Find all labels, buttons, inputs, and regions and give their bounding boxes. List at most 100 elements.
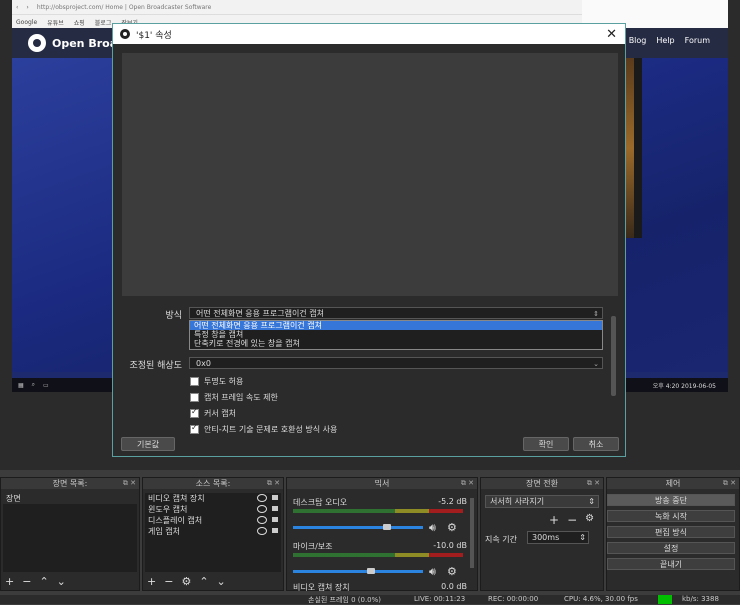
bookmark-item: 블로그 (94, 19, 112, 27)
lock-icon[interactable] (272, 517, 278, 522)
list-item[interactable]: 윈도우 캡처 (145, 504, 281, 515)
dock-title: 장면 전환 (526, 479, 558, 488)
dock-float-icon[interactable]: ⧉ ✕ (267, 478, 280, 489)
transition-select[interactable]: 서서히 사라지기 ⇕ (485, 495, 599, 508)
duration-value: 300ms (532, 533, 560, 542)
volume-meter (293, 509, 463, 513)
lock-icon[interactable] (272, 528, 278, 533)
spin-icon: ⇕ (593, 310, 599, 318)
sources-dock: 소스 목록: ⧉ ✕ 비디오 캡쳐 장치 윈도우 캡처 디스플레이 캡처 게임 … (142, 477, 284, 591)
spin-icon: ⇕ (579, 533, 586, 542)
forward-icon: › (26, 3, 29, 11)
dock-float-icon[interactable]: ⧉ ✕ (461, 478, 474, 489)
remove-icon[interactable]: − (22, 575, 31, 588)
list-item[interactable]: 게임 캡처 (145, 526, 281, 537)
stream-health-indicator (658, 595, 672, 604)
move-down-icon[interactable]: ⌄ (57, 575, 66, 588)
add-icon[interactable]: + (5, 575, 14, 588)
slider-knob[interactable] (382, 524, 391, 530)
close-icon[interactable]: ✕ (606, 28, 617, 41)
method-option[interactable]: 어떤 전체화면 응용 프로그램이건 캡쳐 (190, 321, 602, 330)
checkbox[interactable] (190, 393, 199, 402)
dock-float-icon[interactable]: ⧉ ✕ (123, 478, 136, 489)
duration-input[interactable]: 300ms ⇕ (527, 531, 589, 544)
taskbar-clock: 오후 4:20 2019-06-05 (652, 382, 716, 390)
defaults-button[interactable]: 기본값 (121, 437, 175, 451)
scenes-dock: 장면 목록: ⧉ ✕ 장면 + − ⌃ ⌄ (0, 477, 140, 591)
eye-icon[interactable] (257, 505, 267, 513)
remove-icon[interactable]: − (567, 513, 577, 527)
checkbox[interactable] (190, 407, 199, 418)
dock-title: 장면 목록: (52, 479, 88, 488)
list-item[interactable]: 디스플레이 캡처 (145, 515, 281, 526)
method-option[interactable]: 특정 창을 캡쳐 (190, 330, 602, 339)
gear-icon[interactable]: ⚙ (585, 513, 594, 527)
volume-slider[interactable] (293, 570, 423, 573)
spin-icon: ⇕ (588, 497, 595, 506)
check-label: 안티-치트 기술 문제로 호환성 방식 사용 (204, 425, 338, 434)
taskview-icon: ▭ (43, 381, 49, 389)
mixer-scrollbar[interactable] (470, 498, 474, 568)
method-option[interactable]: 단축키로 전경에 있는 창을 캡쳐 (190, 339, 602, 348)
lock-icon[interactable] (272, 495, 278, 500)
studio-mode-button[interactable]: 편집 방식 (607, 526, 735, 538)
check-label: 투명도 허용 (204, 377, 244, 386)
move-up-icon[interactable]: ⌃ (39, 575, 48, 588)
add-icon[interactable]: + (147, 575, 156, 588)
add-icon[interactable]: + (549, 513, 559, 527)
site-nav: Blog Help Forum (629, 36, 710, 45)
gear-icon[interactable]: ⚙ (447, 521, 457, 534)
settings-button[interactable]: 설정 (607, 542, 735, 554)
move-down-icon[interactable]: ⌄ (217, 575, 226, 588)
nav-help: Help (656, 36, 675, 45)
volume-slider[interactable] (293, 526, 423, 529)
chevron-down-icon: ⌄ (593, 360, 599, 368)
ok-button[interactable]: 확인 (523, 437, 569, 451)
remove-icon[interactable]: − (164, 575, 173, 588)
dock-header: 장면 전환 ⧉ ✕ (481, 478, 603, 489)
resolution-select[interactable]: 0x0 ⌄ (189, 357, 603, 369)
eye-icon[interactable] (257, 516, 267, 524)
gear-icon[interactable]: ⚙ (447, 565, 457, 578)
url-bar: http://obsproject.com/ Home | Open Broad… (36, 3, 212, 11)
decor (634, 58, 642, 238)
scene-list[interactable]: 장면 (3, 493, 137, 572)
nav-forum: Forum (684, 36, 710, 45)
cancel-button[interactable]: 취소 (573, 437, 619, 451)
bitrate: kb/s: 3388 (682, 595, 719, 603)
check-label: 캡처 프레임 속도 제한 (204, 393, 278, 402)
anticheat-compat-check[interactable]: 안티-치트 기술 문제로 호환성 방식 사용 (190, 423, 338, 435)
list-item[interactable]: 장면 (3, 493, 137, 504)
dock-float-icon[interactable]: ⧉ ✕ (587, 478, 600, 489)
move-up-icon[interactable]: ⌃ (199, 575, 208, 588)
transitions-dock: 장면 전환 ⧉ ✕ 서서히 사라지기 ⇕ + − ⚙ 지속 기간 300ms ⇕ (480, 477, 604, 591)
allow-transparency-check[interactable]: 투명도 허용 (190, 376, 243, 387)
start-recording-button[interactable]: 녹화 시작 (607, 510, 735, 522)
gear-icon[interactable]: ⚙ (181, 575, 191, 588)
dock-title: 소스 목록: (195, 479, 231, 488)
bookmark-item: 유튜브 (47, 19, 64, 27)
exit-button[interactable]: 끝내기 (607, 558, 735, 570)
lock-icon[interactable] (272, 506, 278, 511)
rec-time: REC: 00:00:00 (488, 595, 539, 603)
capture-cursor-check[interactable]: 커서 캡처 (190, 407, 236, 419)
checkbox[interactable] (190, 377, 199, 386)
limit-framerate-check[interactable]: 캡처 프레임 속도 제한 (190, 392, 278, 403)
list-item[interactable]: 비디오 캡쳐 장치 (145, 493, 281, 504)
eye-icon[interactable] (257, 527, 267, 535)
stop-streaming-button[interactable]: 방송 중단 (607, 494, 735, 506)
dock-float-icon[interactable]: ⧉ ✕ (723, 478, 736, 489)
cpu-usage: CPU: 4.6%, 30.00 fps (564, 595, 638, 603)
eye-icon[interactable] (257, 494, 267, 502)
bookmark-item: 쇼핑 (73, 19, 85, 27)
speaker-icon[interactable]: 🔊︎ (429, 521, 436, 535)
method-dropdown-list[interactable]: 어떤 전체화면 응용 프로그램이건 캡쳐 특정 창을 캡쳐 단축키로 전경에 있… (189, 320, 603, 350)
source-list[interactable]: 비디오 캡쳐 장치 윈도우 캡처 디스플레이 캡처 게임 캡처 (145, 493, 281, 572)
dialog-titlebar: '$1' 속성 ✕ (113, 24, 625, 44)
speaker-icon[interactable]: 🔊︎ (429, 565, 436, 579)
mixer-channel-name: 비디오 캡쳐 장치 (293, 583, 350, 592)
properties-scrollbar[interactable] (611, 316, 616, 396)
checkbox[interactable] (190, 423, 199, 434)
slider-knob[interactable] (367, 568, 375, 574)
method-select[interactable]: 어떤 전체화면 응용 프로그램이건 캡쳐 ⇕ (189, 307, 603, 319)
